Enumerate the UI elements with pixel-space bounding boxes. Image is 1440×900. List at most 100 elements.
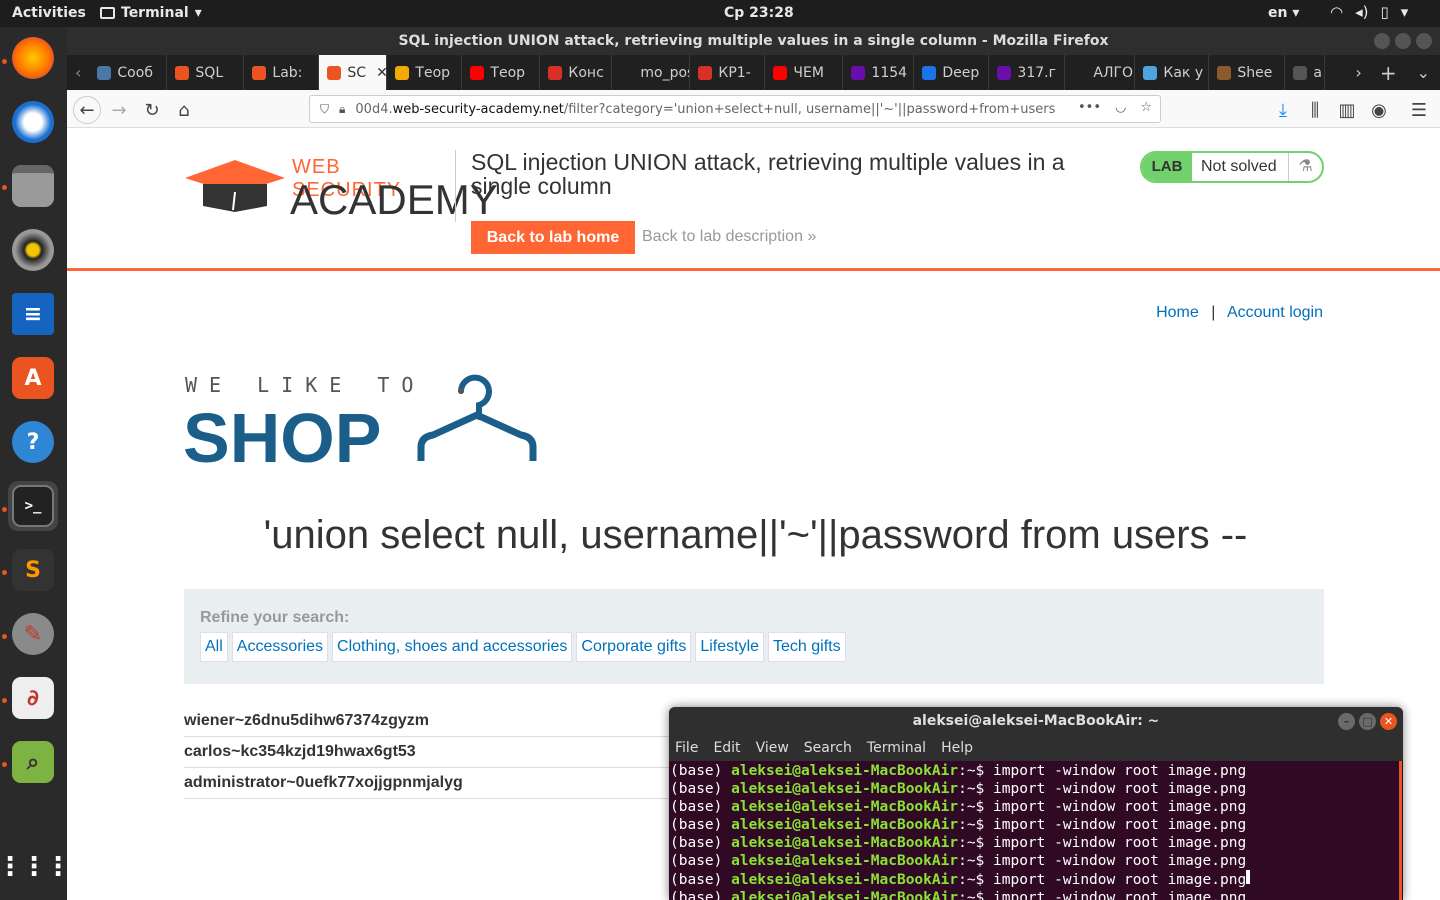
sublime-icon[interactable]: S: [8, 545, 58, 595]
writer-icon[interactable]: ≡: [8, 289, 58, 339]
url-bar[interactable]: ⛉ 🔒︎ 00d4.web-security-academy.net/filte…: [309, 95, 1161, 123]
browser-tab[interactable]: 317.г: [989, 55, 1066, 90]
terminal-menubar: File Edit View Search Terminal Help: [669, 736, 1403, 761]
thunderbird-icon[interactable]: [8, 97, 58, 147]
account-login-link[interactable]: Account login: [1227, 304, 1323, 321]
back-to-lab-home-button[interactable]: Back to lab home: [471, 221, 635, 254]
terminal-menu-item[interactable]: Search: [804, 736, 852, 761]
pocket-icon[interactable]: ◡: [1115, 100, 1126, 115]
browser-tab[interactable]: Теор: [387, 55, 463, 90]
scroll-tabs-left-icon[interactable]: ‹: [67, 63, 89, 82]
terminal-menu-item[interactable]: File: [675, 736, 698, 761]
terminal-env-prefix: (base): [670, 890, 732, 900]
browser-tab[interactable]: Lab:: [244, 55, 320, 90]
library-icon[interactable]: ⫼: [1301, 96, 1329, 124]
browser-tab[interactable]: Как у: [1135, 55, 1210, 90]
account-icon[interactable]: ◉: [1365, 96, 1393, 124]
browser-tab[interactable]: Shee: [1209, 55, 1286, 90]
terminal-window-controls: – □ ✕: [1338, 713, 1397, 730]
favicon-icon: [997, 65, 1012, 80]
web-security-academy-logo[interactable]: WEB SECURITY ACADEMY: [185, 156, 498, 223]
download-icon[interactable]: ⤓: [1269, 96, 1297, 124]
menu-icon[interactable]: ☰: [1405, 96, 1433, 124]
category-filter-link[interactable]: Corporate gifts: [576, 632, 692, 662]
lock-icon[interactable]: 🔒︎: [339, 102, 345, 117]
terminal-menu-item[interactable]: Terminal: [867, 736, 926, 761]
browser-tab[interactable]: mo_pos: [612, 55, 691, 90]
close-button[interactable]: ✕: [1380, 713, 1397, 730]
browser-tab[interactable]: Теор: [462, 55, 541, 90]
minimize-button[interactable]: –: [1338, 713, 1355, 730]
terminal-output[interactable]: (base) aleksei@aleksei-MacBookAir :~$ imp…: [669, 761, 1403, 900]
list-tabs-icon[interactable]: ⌄: [1407, 63, 1440, 82]
maximize-button[interactable]: [1395, 33, 1411, 49]
browser-tab[interactable]: ЧЕМ: [765, 55, 844, 90]
close-button[interactable]: [1416, 33, 1432, 49]
shield-icon[interactable]: ⛉: [320, 102, 329, 117]
rhythmbox-icon[interactable]: [8, 225, 58, 275]
browser-tab[interactable]: Deep: [914, 55, 990, 90]
lab-status-badge: LAB Not solved ⚗: [1140, 151, 1324, 183]
terminal-line: (base) aleksei@aleksei-MacBookAir:~$ imp…: [670, 816, 1403, 834]
files-icon[interactable]: [8, 161, 58, 211]
running-indicator: [2, 570, 7, 575]
terminal-menu-item[interactable]: Help: [941, 736, 973, 761]
browser-tab[interactable]: SC ✕: [319, 55, 388, 90]
category-filter-link[interactable]: Clothing, shoes and accessories: [332, 632, 573, 662]
browser-tab[interactable]: a: [1285, 55, 1326, 90]
home-link[interactable]: Home: [1156, 304, 1199, 321]
terminal-menu-item[interactable]: View: [756, 736, 789, 761]
terminal-titlebar[interactable]: aleksei@aleksei-MacBookAir: ~ – □ ✕: [669, 707, 1403, 736]
browser-tab[interactable]: КР1-: [690, 55, 766, 90]
browser-tab[interactable]: 1154: [843, 55, 915, 90]
category-filter-link[interactable]: Lifestyle: [695, 632, 765, 662]
language-label: en: [1268, 5, 1288, 21]
maximize-button[interactable]: □: [1359, 713, 1376, 730]
home-icon[interactable]: ⌂: [170, 96, 198, 124]
terminal-command: import -window root image.png: [993, 799, 1247, 815]
settings-icon[interactable]: ✎: [8, 609, 58, 659]
back-icon[interactable]: ←: [73, 96, 101, 124]
system-tray[interactable]: ◠ ◂) ▯ ▾: [1330, 3, 1408, 21]
image-viewer-icon[interactable]: ⌕: [8, 737, 58, 787]
software-icon[interactable]: A: [8, 353, 58, 403]
terminal-icon[interactable]: >_: [8, 481, 58, 531]
sidebar-icon[interactable]: ▥: [1333, 96, 1361, 124]
url-prefix: 00d4.: [355, 101, 393, 117]
terminal-menu-item[interactable]: Edit: [713, 736, 740, 761]
clock[interactable]: Ср 23:28: [724, 5, 794, 21]
terminal-scrollbar[interactable]: [1399, 761, 1402, 900]
category-filter-link[interactable]: All: [200, 632, 228, 662]
bookmark-star-icon[interactable]: ☆: [1140, 100, 1152, 115]
language-indicator[interactable]: en ▾: [1268, 5, 1299, 21]
apps-grid-icon[interactable]: ⋮⋮⋮: [0, 842, 71, 892]
terminal-window[interactable]: aleksei@aleksei-MacBookAir: ~ – □ ✕ File…: [669, 707, 1403, 900]
help-icon[interactable]: ?: [8, 417, 58, 467]
scroll-tabs-right-icon[interactable]: ›: [1347, 63, 1369, 82]
url-path: /filter?category='union+select+null, use…: [563, 101, 1056, 117]
page-actions-icon[interactable]: •••: [1078, 100, 1101, 115]
category-filter-link[interactable]: Accessories: [231, 632, 329, 662]
terminal-prompt-suffix: :~$: [958, 835, 994, 851]
forward-icon[interactable]: →: [105, 96, 133, 124]
browser-tab[interactable]: SQL: [167, 55, 245, 90]
terminal-prompt: aleksei@aleksei-MacBookAir: [731, 781, 959, 797]
activities-button[interactable]: Activities: [12, 5, 86, 21]
logo-tagline: WE LIKE TO: [185, 373, 426, 397]
close-tab-icon[interactable]: ✕: [376, 65, 386, 81]
terminal-prompt: aleksei@aleksei-MacBookAir: [731, 763, 959, 779]
evince-icon[interactable]: ∂: [8, 673, 58, 723]
logo-shop: SHOP: [183, 399, 382, 477]
reload-icon[interactable]: ↻: [138, 96, 166, 124]
terminal-prompt: aleksei@aleksei-MacBookAir: [731, 817, 959, 833]
category-filter-link[interactable]: Tech gifts: [768, 632, 846, 662]
browser-tab[interactable]: Конс: [540, 55, 613, 90]
back-to-lab-description-link[interactable]: Back to lab description »: [642, 228, 816, 246]
new-tab-icon[interactable]: +: [1370, 61, 1407, 85]
tab-label: 1154: [871, 64, 908, 81]
app-menu[interactable]: Terminal ▾: [100, 5, 202, 21]
minimize-button[interactable]: [1374, 33, 1390, 49]
browser-tab[interactable]: Сооб: [89, 55, 168, 90]
browser-tab[interactable]: АЛГОРИ: [1065, 55, 1136, 90]
firefox-icon[interactable]: [8, 33, 58, 83]
